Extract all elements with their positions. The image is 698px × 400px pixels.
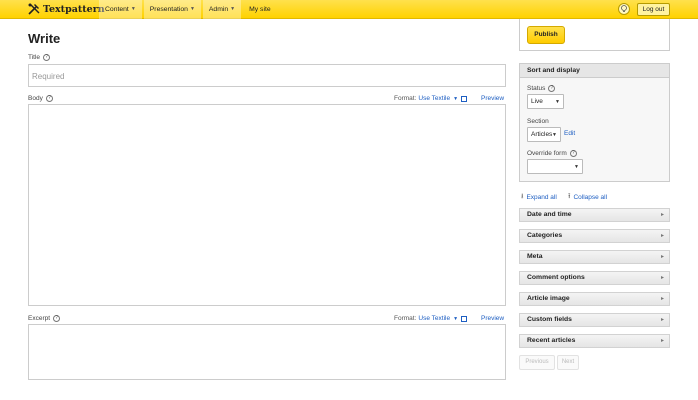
external-link-icon[interactable] bbox=[461, 315, 468, 322]
collapse-all-link[interactable]: ⭱ Collapse all bbox=[568, 192, 607, 203]
panel-categories[interactable]: Categories ▸ bbox=[519, 229, 670, 243]
chevron-right-icon: ▸ bbox=[660, 317, 664, 323]
chevron-right-icon: ▸ bbox=[660, 254, 664, 260]
excerpt-preview-link[interactable]: Preview bbox=[481, 315, 504, 322]
next-button[interactable]: Next bbox=[557, 355, 579, 370]
panel-label: Categories bbox=[527, 232, 563, 239]
panel-label: Comment options bbox=[527, 274, 585, 281]
chevron-down-icon[interactable]: ▼ bbox=[453, 316, 458, 322]
expand-all-label: Expand all bbox=[526, 194, 557, 201]
override-label-row: Override form ? bbox=[527, 150, 577, 157]
excerpt-format-link[interactable]: Use Textile bbox=[418, 315, 450, 322]
panel-label: Article image bbox=[527, 295, 570, 302]
chevron-down-icon: ▼ bbox=[555, 99, 560, 105]
chevron-right-icon: ▸ bbox=[660, 296, 664, 302]
chevron-down-icon: ▼ bbox=[552, 132, 557, 138]
panel-custom-fields[interactable]: Custom fields ▸ bbox=[519, 313, 670, 327]
status-label: Status bbox=[527, 85, 546, 92]
panel-label: Date and time bbox=[527, 211, 572, 218]
title-input[interactable]: Required bbox=[28, 64, 506, 87]
nav-presentation-label: Presentation bbox=[149, 6, 188, 13]
chevron-right-icon: ▸ bbox=[660, 338, 664, 344]
body-label: Body bbox=[28, 95, 43, 102]
nav-admin-label: Admin bbox=[208, 6, 229, 13]
panel-recent-articles[interactable]: Recent articles ▸ bbox=[519, 334, 670, 348]
excerpt-label: Excerpt bbox=[28, 315, 51, 322]
brand-name: Textpattern bbox=[43, 3, 105, 15]
chevron-down-icon: ▼ bbox=[189, 6, 195, 12]
format-prefix: Format: bbox=[394, 315, 417, 322]
body-label-row: Body ? bbox=[28, 95, 53, 102]
chevron-down-icon: ▼ bbox=[230, 6, 236, 12]
chevron-right-icon: ▸ bbox=[660, 233, 664, 239]
section-edit-link[interactable]: Edit bbox=[564, 130, 575, 137]
chevron-down-icon: ▼ bbox=[130, 6, 136, 12]
section-label: Section bbox=[527, 118, 549, 125]
collapse-all-label: Collapse all bbox=[573, 194, 608, 201]
override-form-select[interactable]: ▼ bbox=[527, 159, 583, 174]
title-label: Title bbox=[28, 54, 41, 61]
nav-my-site[interactable]: My site bbox=[243, 0, 277, 19]
excerpt-textarea[interactable] bbox=[28, 324, 506, 380]
status-select[interactable]: Live ▼ bbox=[527, 94, 564, 109]
main-nav: Content ▼ Presentation ▼ Admin ▼ My site bbox=[99, 0, 277, 19]
chevron-right-icon: ▸ bbox=[660, 212, 664, 218]
sort-display-header[interactable]: Sort and display bbox=[520, 64, 669, 78]
panel-label: Meta bbox=[527, 253, 543, 260]
format-prefix: Format: bbox=[394, 95, 417, 102]
lightbulb-icon[interactable] bbox=[618, 3, 630, 15]
body-format-selector: Format: Use Textile ▼ bbox=[394, 95, 468, 102]
external-link-icon[interactable] bbox=[461, 95, 468, 102]
status-value: Live bbox=[531, 98, 543, 105]
section-select[interactable]: Articles ▼ bbox=[527, 127, 561, 142]
excerpt-label-row: Excerpt ? bbox=[28, 315, 61, 322]
override-form-label: Override form bbox=[527, 150, 567, 157]
panel-label: Custom fields bbox=[527, 316, 572, 323]
nav-admin[interactable]: Admin ▼ bbox=[202, 0, 242, 19]
panel-date-and-time[interactable]: Date and time ▸ bbox=[519, 208, 670, 222]
expand-all-link[interactable]: ⭳ Expand all bbox=[521, 192, 557, 203]
help-icon[interactable]: ? bbox=[53, 315, 61, 322]
panel-label: Recent articles bbox=[527, 337, 576, 344]
title-label-row: Title ? bbox=[28, 54, 51, 61]
section-label-row: Section bbox=[527, 118, 549, 125]
page-title: Write bbox=[28, 31, 61, 46]
section-value: Articles bbox=[531, 131, 553, 138]
publish-button[interactable]: Publish bbox=[527, 26, 565, 44]
help-icon[interactable]: ? bbox=[569, 150, 577, 157]
body-format-link[interactable]: Use Textile bbox=[418, 95, 450, 102]
tools-logo-icon bbox=[28, 3, 40, 15]
chevron-down-icon[interactable]: ▼ bbox=[453, 96, 458, 102]
help-icon[interactable]: ? bbox=[43, 54, 51, 61]
panel-comment-options[interactable]: Comment options ▸ bbox=[519, 271, 670, 285]
body-textarea[interactable] bbox=[28, 104, 506, 306]
expand-icon: ⭳ bbox=[521, 193, 524, 200]
body-preview-link[interactable]: Preview bbox=[481, 95, 504, 102]
help-icon[interactable]: ? bbox=[548, 85, 556, 92]
panel-meta[interactable]: Meta ▸ bbox=[519, 250, 670, 264]
brand[interactable]: Textpattern bbox=[28, 3, 105, 15]
nav-content-label: Content bbox=[105, 6, 129, 13]
logout-button[interactable]: Log out bbox=[637, 3, 670, 16]
chevron-down-icon: ▼ bbox=[574, 164, 579, 170]
top-bar: Textpattern Content ▼ Presentation ▼ Adm… bbox=[0, 0, 698, 19]
nav-my-site-label: My site bbox=[249, 6, 271, 13]
help-icon[interactable]: ? bbox=[45, 95, 53, 102]
collapse-icon: ⭱ bbox=[568, 193, 571, 200]
previous-button[interactable]: Previous bbox=[519, 355, 555, 370]
excerpt-format-selector: Format: Use Textile ▼ bbox=[394, 315, 468, 322]
nav-presentation[interactable]: Presentation ▼ bbox=[143, 0, 201, 19]
chevron-right-icon: ▸ bbox=[660, 275, 664, 281]
panel-article-image[interactable]: Article image ▸ bbox=[519, 292, 670, 306]
status-label-row: Status ? bbox=[527, 85, 556, 92]
nav-content[interactable]: Content ▼ bbox=[99, 0, 142, 19]
